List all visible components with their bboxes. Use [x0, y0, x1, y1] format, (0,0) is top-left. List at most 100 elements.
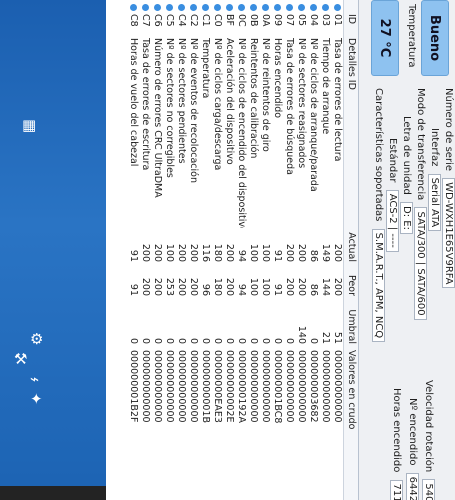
- network-icon[interactable]: ⌁: [30, 372, 39, 387]
- table-row[interactable]: C0 Nº de ciclos carga/descarga 180 180 0 0000…: [211, 0, 223, 500]
- power-on-count-value: 6442 v: [406, 472, 419, 500]
- status-dot-icon: [202, 4, 209, 11]
- status-dot-icon: [186, 4, 199, 12]
- header-peor[interactable]: Peor: [344, 266, 358, 296]
- table-row[interactable]: 03 Tiempo de arranque 149 144 21 000000000000: [319, 0, 331, 500]
- cell-actual: 86: [308, 249, 319, 262]
- cell-raw: 000000003682: [308, 350, 319, 423]
- cell-name: Nº de ciclos de encendido del dispositiv…: [236, 38, 247, 228]
- smart-attributes-table[interactable]: ID Detalles ID Actual Peor Umbral Valore…: [106, 0, 359, 500]
- cell-peor: 200: [152, 277, 163, 296]
- cell-actual: 200: [332, 243, 343, 262]
- cell-id: C0: [212, 14, 223, 27]
- status-dot-icon: [318, 4, 331, 12]
- cell-name: Nº de sectores reasignados: [296, 38, 307, 169]
- cell-name: Tasa de errores de lectura: [332, 38, 343, 162]
- cell-umbral: 0: [260, 337, 271, 344]
- table-row[interactable]: 0B Reintentos de calibración 100 100 0 000000…: [247, 0, 259, 500]
- header-name[interactable]: Detalles ID: [344, 38, 358, 228]
- power-on-hours-value: 7112 h: [390, 479, 403, 500]
- tools-icon[interactable]: ⚙: [30, 332, 43, 347]
- interface-value: Serial ATA: [428, 173, 441, 232]
- table-row[interactable]: 04 Nº de ciclos de arranque/parada 86 86 0 00…: [307, 0, 319, 500]
- standard-row: Estándar ACS-2 | ----: [386, 138, 399, 252]
- cell-umbral: 0: [272, 337, 283, 344]
- cell-raw: 00000000001B: [200, 350, 211, 424]
- cell-peor: 200: [224, 277, 235, 296]
- cell-id: BF: [224, 14, 235, 26]
- table-row[interactable]: BF Aceleración del dispositivo 200 200 0 0000…: [223, 0, 235, 500]
- header-umbral[interactable]: Umbral: [344, 300, 358, 344]
- status-dot-icon: [214, 4, 221, 11]
- cell-actual: 200: [176, 243, 187, 262]
- cell-raw: 000000000000: [188, 350, 199, 423]
- transfer-row: Modo de transferencia SATA/300 | SATA/60…: [414, 88, 427, 320]
- cell-actual: 91: [128, 249, 139, 262]
- cell-name: Tiempo de arranque: [320, 38, 331, 135]
- cell-id: 07: [284, 14, 295, 27]
- status-dot-icon: [198, 4, 211, 12]
- status-dot-icon: [262, 4, 269, 11]
- cell-umbral: 0: [200, 337, 211, 344]
- cell-name: Horas de vuelo del cabezal: [128, 38, 139, 167]
- cell-umbral: 0: [236, 337, 247, 344]
- temperature-badge[interactable]: 27 °C: [371, 0, 399, 76]
- cell-peor: 200: [284, 277, 295, 296]
- cell-umbral: 0: [176, 337, 187, 344]
- cell-actual: 116: [200, 243, 211, 262]
- status-dot-icon: [222, 4, 235, 12]
- table-row[interactable]: C6 Número de errores CRC UltraDMA 200 200 0 0…: [151, 0, 163, 500]
- header-raw[interactable]: Valores en crudo: [344, 350, 358, 450]
- desktop-background: ▦ ⚙ ⚒ ⌁ ✦: [0, 0, 106, 500]
- table-row[interactable]: C4 Nº de sectores pendientes 200 200 0 000000…: [175, 0, 187, 500]
- header-actual[interactable]: Actual: [344, 228, 358, 262]
- serial-label: Número de serie: [443, 88, 454, 171]
- cell-name: Número de errores CRC UltraDMA: [152, 38, 163, 198]
- header-id[interactable]: ID: [344, 14, 358, 36]
- cell-raw: 000000000000: [332, 350, 343, 423]
- power-on-count-row: Nº encendido 6442 v: [406, 398, 419, 500]
- standard-label: Estándar: [387, 138, 398, 183]
- table-row[interactable]: 0C Nº de ciclos de encendido del disposit…: [235, 0, 247, 500]
- table-row[interactable]: 01 Tasa de errores de lectura 200 200 51 0000…: [331, 0, 343, 500]
- table-row[interactable]: C1 Temperatura 116 96 0 00000000001B: [199, 0, 211, 500]
- cell-id: C6: [152, 14, 163, 27]
- table-row[interactable]: 07 Tasa de errores de búsqueda 200 200 0 0000…: [283, 0, 295, 500]
- cell-umbral: 21: [320, 331, 331, 344]
- status-dot-icon: [234, 4, 247, 12]
- table-row[interactable]: 0A Nº de reintentos de giro 100 100 0 0000000…: [259, 0, 271, 500]
- standard-value: ACS-2 | ----: [386, 189, 399, 252]
- cell-id: 03: [320, 14, 331, 27]
- table-row[interactable]: C7 Tasa de errores de escritura 200 200 0 000…: [139, 0, 151, 500]
- status-dot-icon: [238, 4, 245, 11]
- health-status-badge[interactable]: Bueno: [421, 0, 449, 76]
- cell-id: 09: [272, 14, 283, 27]
- cell-actual: 200: [140, 243, 151, 262]
- status-dot-icon: [138, 4, 151, 12]
- power-on-hours-label: Horas encendido: [391, 388, 402, 473]
- cell-peor: 253: [164, 277, 175, 296]
- settings-icon[interactable]: ⚒: [14, 352, 27, 367]
- cell-actual: 200: [296, 243, 307, 262]
- cell-id: 0C: [236, 14, 247, 27]
- cell-umbral: 0: [212, 337, 223, 344]
- cell-peor: 200: [140, 277, 151, 296]
- cell-umbral: 51: [332, 331, 343, 344]
- table-row[interactable]: C8 Horas de vuelo del cabezal 91 91 0 0000000…: [127, 0, 139, 500]
- cell-name: Nº de sectores pendientes: [176, 38, 187, 164]
- table-row[interactable]: 09 Horas encendido 91 91 0 000000001BC8: [271, 0, 283, 500]
- status-dot-icon: [174, 4, 187, 12]
- table-header: ID Detalles ID Actual Peor Umbral Valore…: [343, 0, 358, 500]
- status-dot-icon: [250, 4, 257, 11]
- cell-name: Horas encendido: [272, 38, 283, 119]
- cell-name: Nº de sectores no corregibles: [164, 38, 175, 178]
- cell-peor: 200: [188, 277, 199, 296]
- table-row[interactable]: C5 Nº de sectores no corregibles 100 253 0 00…: [163, 0, 175, 500]
- star-icon[interactable]: ✦: [30, 392, 43, 407]
- table-row[interactable]: C2 Nº de eventos de recolocación 200 200 0 00…: [187, 0, 199, 500]
- app-shortcut-icon[interactable]: ▦: [22, 118, 36, 133]
- table-row[interactable]: 05 Nº de sectores reasignados 200 200 140 000…: [295, 0, 307, 500]
- cell-umbral: 0: [284, 337, 295, 344]
- cell-raw: 000000000000: [152, 350, 163, 423]
- cell-raw: 00000000002E: [224, 350, 235, 423]
